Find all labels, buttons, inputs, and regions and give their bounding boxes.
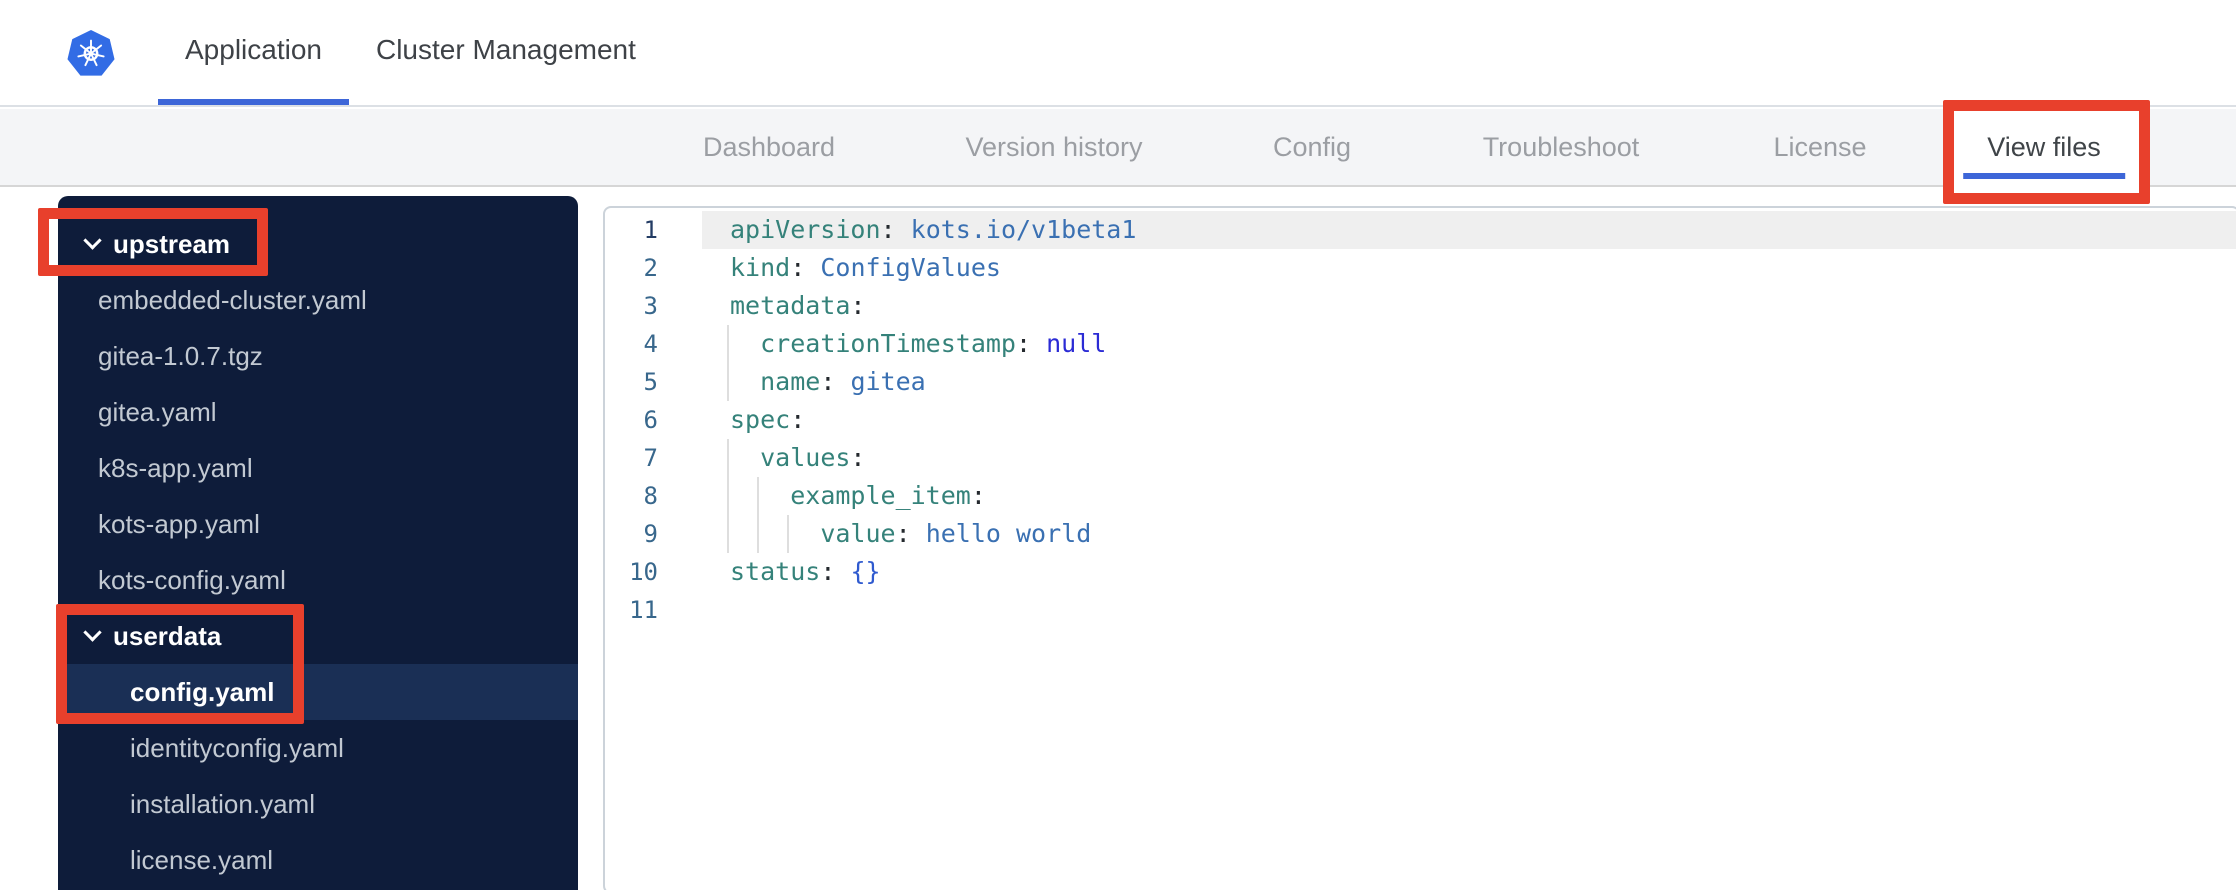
tree-file-license-yaml[interactable]: license.yaml (58, 832, 578, 888)
code-line: 8 example_item: (605, 477, 2236, 515)
line-number: 6 (643, 406, 658, 434)
nav-tab-config[interactable]: Config (1273, 109, 1351, 185)
file-content-editor[interactable]: 1 apiVersion: kots.io/v1beta1 2 kind: Co… (603, 206, 2236, 890)
code-line-content: values: (702, 439, 2236, 477)
code-line-content: value: hello world (702, 515, 2236, 553)
chevron-down-icon[interactable] (83, 623, 102, 642)
line-number: 7 (643, 444, 658, 472)
header-tabs: Application Cluster Management (158, 0, 663, 105)
code-line: 4 creationTimestamp: null (605, 325, 2236, 363)
code-line: 5 name: gitea (605, 363, 2236, 401)
file-label: k8s-app.yaml (98, 452, 253, 483)
file-tree-sidebar: upstream embedded-cluster.yaml gitea-1.0… (58, 196, 578, 890)
file-label: gitea-1.0.7.tgz (98, 340, 263, 371)
kots-admin-console: Application Cluster Management Dashboard V… (0, 0, 2236, 890)
tree-file-kots-app-yaml[interactable]: kots-app.yaml (58, 496, 578, 552)
file-label: kots-app.yaml (98, 508, 260, 539)
tree-file-gitea-yaml[interactable]: gitea.yaml (58, 384, 578, 440)
folder-label: userdata (113, 620, 222, 651)
file-label: license.yaml (130, 844, 274, 875)
line-number: 2 (643, 254, 658, 282)
header-tab-application[interactable]: Application (158, 0, 349, 105)
indent-guide (727, 515, 729, 553)
indent-guide (727, 477, 729, 515)
tree-file-config-yaml[interactable]: config.yaml (58, 664, 578, 720)
file-label: embedded-cluster.yaml (98, 284, 367, 315)
line-number: 9 (643, 520, 658, 548)
code-line: 9 value: hello world (605, 515, 2236, 553)
tree-file-kots-config-yaml[interactable]: kots-config.yaml (58, 552, 578, 608)
file-label: gitea.yaml (98, 396, 217, 427)
code-line: 3 metadata: (605, 287, 2236, 325)
line-number: 3 (643, 292, 658, 320)
indent-guide (787, 515, 790, 553)
code-line-content: metadata: (730, 291, 866, 320)
line-number: 11 (629, 596, 658, 624)
file-label: identityconfig.yaml (130, 732, 344, 763)
folder-label: upstream (113, 228, 231, 259)
tree-file-k8s-app-yaml[interactable]: k8s-app.yaml (58, 440, 578, 496)
code-line: 6 spec: (605, 401, 2236, 439)
code-line-content: name: gitea (702, 363, 2236, 401)
code-line: 2 kind: ConfigValues (605, 249, 2236, 287)
code-line-content: status: {} (730, 557, 881, 586)
code-line-content: kind: ConfigValues (730, 253, 1001, 282)
line-number: 8 (643, 482, 658, 510)
active-tab-underline (1963, 173, 2125, 179)
tree-file-embedded-cluster-yaml[interactable]: embedded-cluster.yaml (58, 272, 578, 328)
nav-tab-version-history[interactable]: Version history (965, 109, 1142, 185)
line-number: 1 (643, 216, 658, 244)
indent-guide (727, 325, 729, 363)
code-line: 7 values: (605, 439, 2236, 477)
code-line-content: spec: (730, 405, 806, 434)
indent-guide (757, 477, 760, 515)
code-line: 10 status: {} (605, 553, 2236, 591)
line-number: 10 (629, 558, 658, 586)
header-tab-cluster-management[interactable]: Cluster Management (349, 0, 663, 105)
indent-guide (757, 515, 760, 553)
tree-file-gitea-1-0-7-tgz[interactable]: gitea-1.0.7.tgz (58, 328, 578, 384)
nav-tab-view-files[interactable]: View files (1963, 109, 2125, 185)
nav-tab-troubleshoot[interactable]: Troubleshoot (1483, 109, 1640, 185)
code-line-content: creationTimestamp: null (702, 325, 2236, 363)
code-line: 11 (605, 591, 2236, 629)
tree-file-installation-yaml[interactable]: installation.yaml (58, 776, 578, 832)
tree-folder-upstream[interactable]: upstream (58, 216, 578, 272)
tree-folder-userdata[interactable]: userdata (58, 608, 578, 664)
tree-file-identityconfig-yaml[interactable]: identityconfig.yaml (58, 720, 578, 776)
app-header: Application Cluster Management (0, 0, 2236, 107)
file-label: kots-config.yaml (98, 564, 286, 595)
line-number: 4 (643, 330, 658, 358)
file-label: config.yaml (130, 676, 275, 707)
code-line-content: example_item: (702, 477, 2236, 515)
indent-guide (727, 439, 729, 477)
file-label: installation.yaml (130, 788, 315, 819)
app-subnav: Dashboard Version history Config Troublesho… (0, 100, 2236, 204)
code-line: 1 apiVersion: kots.io/v1beta1 (605, 211, 2236, 249)
code-line-content (702, 591, 2236, 629)
nav-tab-dashboard[interactable]: Dashboard (703, 109, 835, 185)
indent-guide (727, 363, 729, 401)
kubernetes-logo-icon (67, 28, 115, 80)
line-number: 5 (643, 368, 658, 396)
chevron-down-icon[interactable] (83, 231, 102, 250)
code-line-content: apiVersion: kots.io/v1beta1 (702, 211, 2236, 249)
nav-tab-license[interactable]: License (1773, 109, 1866, 185)
